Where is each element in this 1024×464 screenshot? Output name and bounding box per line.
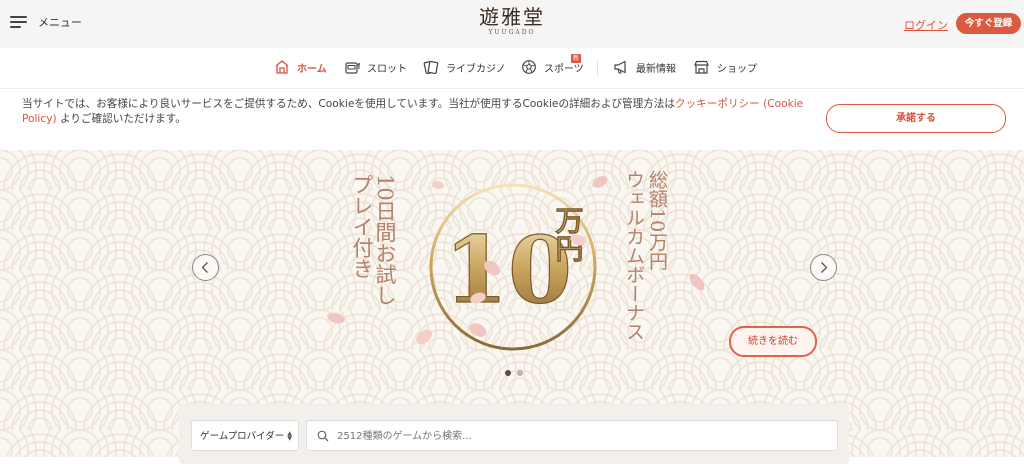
- carousel-dot[interactable]: [517, 370, 523, 376]
- nav-divider: [597, 59, 598, 77]
- main-nav: ホーム スロット ライブカジノ スポーツ 最新情報 ショップ: [0, 48, 1024, 89]
- site-logo[interactable]: 遊雅堂 YUUGADO: [0, 6, 1024, 36]
- nav-item-live-casino[interactable]: ライブカジノ: [423, 59, 506, 75]
- nav-item-slots[interactable]: スロット: [344, 59, 407, 75]
- home-icon: [275, 60, 289, 74]
- carousel-next-button[interactable]: [810, 254, 837, 281]
- nav-label: 最新情報: [636, 63, 676, 75]
- nav-item-shop[interactable]: ショップ: [693, 59, 757, 75]
- nav-label: ショップ: [717, 63, 757, 75]
- banner-right-text: 総額10万円 ウェルカムボーナス: [622, 170, 668, 341]
- chevron-left-icon: [201, 262, 208, 273]
- provider-select-label: ゲームプロバイダー: [200, 431, 285, 442]
- logo-title: 遊雅堂: [479, 5, 545, 29]
- accept-cookies-button[interactable]: 承諾する: [826, 104, 1006, 133]
- nav-label: スロット: [367, 63, 407, 75]
- megaphone-icon: [614, 60, 626, 74]
- nav-label: ライブカジノ: [446, 63, 506, 75]
- chevron-right-icon: [821, 262, 828, 273]
- carousel-prev-button[interactable]: [192, 254, 219, 281]
- cards-icon: [423, 60, 439, 75]
- search-icon: [317, 430, 329, 442]
- cookie-text-after: よりご確認いただけます。: [56, 113, 186, 125]
- login-link[interactable]: ログイン: [904, 17, 948, 33]
- nav-label: ホーム: [297, 63, 327, 75]
- cookie-message: 当サイトでは、お客様により良いサービスをご提供するため、Cookieを使用してい…: [22, 97, 812, 127]
- slot-machine-icon: [345, 62, 360, 74]
- game-provider-select[interactable]: ゲームプロバイダー ▲ ▼: [191, 420, 299, 451]
- new-badge: 新: [571, 54, 581, 63]
- game-search-input[interactable]: [335, 421, 829, 452]
- game-search-box: [306, 420, 838, 452]
- cookie-text-before: 当サイトでは、お客様により良いサービスをご提供するため、Cookieを使用してい…: [22, 98, 675, 110]
- read-more-button[interactable]: 続きを読む: [729, 326, 817, 357]
- banner-right-line2: ウェルカムボーナス: [623, 170, 645, 341]
- nav-item-news[interactable]: 最新情報: [613, 59, 676, 75]
- select-arrows-icon: ▲ ▼: [287, 430, 292, 442]
- soccer-ball-icon: [522, 60, 536, 74]
- register-button[interactable]: 今すぐ登録: [956, 13, 1021, 34]
- nav-item-home[interactable]: ホーム: [274, 59, 327, 75]
- logo-subtitle: YUUGADO: [488, 29, 536, 36]
- carousel-dot-active[interactable]: [505, 370, 511, 376]
- banner-right-line1: 総額10万円: [646, 170, 668, 271]
- shop-icon: [694, 60, 709, 74]
- top-header: メニュー 遊雅堂 YUUGADO ログイン 今すぐ登録: [0, 0, 1024, 48]
- cookie-banner: 当サイトでは、お客様により良いサービスをご提供するため、Cookieを使用してい…: [0, 89, 1024, 150]
- game-search-panel: ゲームプロバイダー ▲ ▼: [179, 404, 849, 464]
